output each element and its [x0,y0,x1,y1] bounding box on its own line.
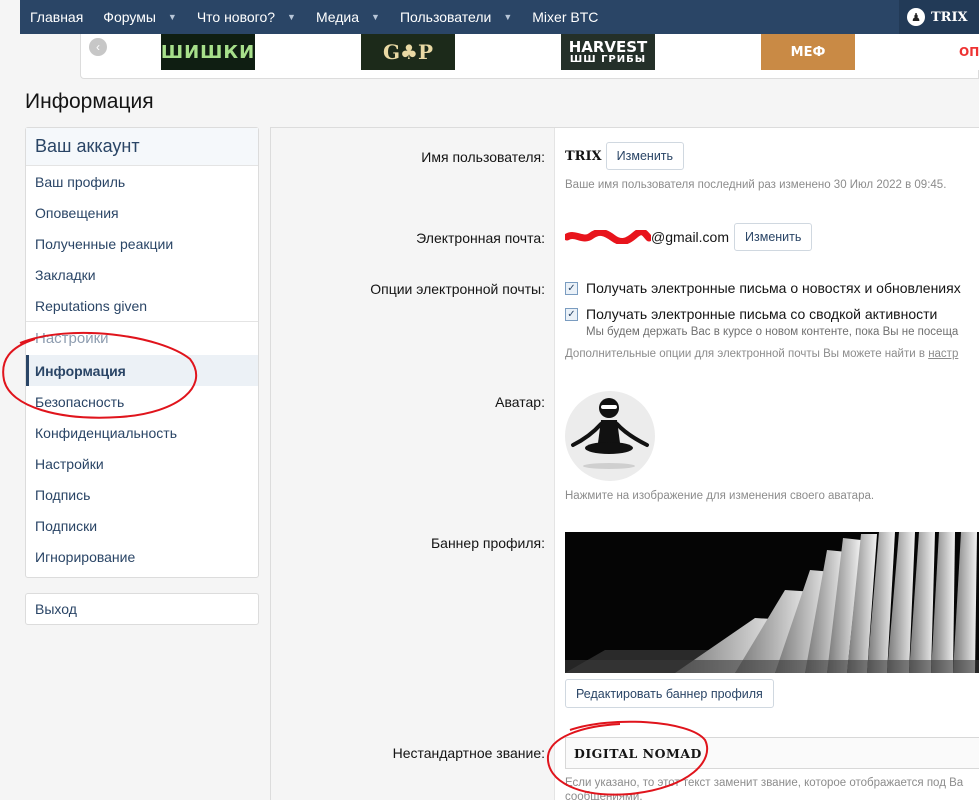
logout-link[interactable]: Выход [25,593,259,625]
ad-text: ОП [959,45,979,59]
username-value: TRIX [565,148,602,164]
email-row: @gmail.com Изменить [565,223,813,251]
email-label: Электронная почта: [416,230,545,246]
nav-members-label: Пользователи [399,9,492,25]
user-avatar-icon: ♟ [907,8,925,26]
sidebar-item-profile[interactable]: Ваш профиль [26,166,258,197]
account-sidebar: Ваш аккаунт Ваш профиль Оповещения Получ… [25,127,259,578]
sidebar-heading-settings: Настройки [26,321,258,355]
account-username: TRIX [931,9,968,25]
nav-forums-label: Форумы [103,9,156,25]
custom-title-hint-continued: сообщениями. [565,791,643,800]
sidebar-item-information[interactable]: Информация [26,355,258,386]
ad-carousel: ‹ ШИШКИ G♣P HARVEST ШШ ГРИБЫ МЕФ ОП [80,34,979,79]
chevron-left-icon[interactable]: ‹ [89,38,107,56]
banner-actions: Редактировать баннер профиля [565,679,774,708]
nav-media-label: Медиа [315,9,360,25]
nav-whats-new-label: Что нового? [196,9,276,25]
nav-whats-new[interactable]: Что нового? ▼ [187,0,306,34]
checkbox-checked-icon[interactable]: ✓ [565,307,578,321]
sidebar-item-following[interactable]: Подписки [26,510,258,541]
digest-option-hint: Мы будем держать Вас в курсе о новом кон… [586,326,959,338]
ad-banner[interactable]: МЕФ [761,34,855,70]
sidebar-item-reactions[interactable]: Полученные реакции [26,228,258,259]
nav-home-label: Главная [30,9,84,25]
ad-text: ШИШКИ [161,41,255,63]
banner-label: Баннер профиля: [430,535,545,551]
nav-home[interactable]: Главная [20,0,93,34]
ad-banner[interactable]: ШИШКИ [161,34,255,70]
sidebar-item-signature[interactable]: Подпись [26,479,258,510]
sidebar-item-preferences[interactable]: Настройки [26,448,258,479]
sidebar-item-reputations[interactable]: Reputations given [26,290,258,321]
nav-mixer[interactable]: Mixer BTC [522,0,608,34]
avatar-label: Аватар: [495,394,545,410]
page-title: Информация [25,90,154,113]
edit-banner-button[interactable]: Редактировать баннер профиля [565,679,774,708]
digest-option[interactable]: ✓ Получать электронные письма со сводкой… [565,306,937,322]
sidebar-item-security[interactable]: Безопасность [26,386,258,417]
email-options-hint-text: Дополнительные опции для электронной поч… [565,348,925,360]
sidebar-item-alerts[interactable]: Оповещения [26,197,258,228]
meditating-ninja-icon [571,398,649,469]
account-menu[interactable]: ♟ TRIX [899,0,979,34]
email-domain: @gmail.com [651,229,730,245]
sidebar-heading-account[interactable]: Ваш аккаунт [26,128,258,166]
email-options-label: Опции электронной почты: [370,281,545,297]
custom-title-input[interactable]: DIGITAL NOMAD [565,737,979,769]
nav-forums[interactable]: Форумы ▼ [93,0,187,34]
avatar-hint: Нажмите на изображение для изменения сво… [565,490,875,502]
avatar[interactable] [565,391,655,481]
chevron-down-icon[interactable]: ▼ [168,12,177,22]
nav-media[interactable]: Медиа ▼ [306,0,390,34]
username-hint: Ваше имя пользователя последний раз изме… [565,179,947,191]
checkbox-checked-icon[interactable]: ✓ [565,281,578,295]
account-details-form: Имя пользователя: TRIX Изменить Ваше имя… [270,127,979,800]
form-label-column [271,128,555,800]
preferences-link[interactable]: настр [928,348,958,360]
ad-text: МЕФ [790,44,826,60]
redaction-scribble [565,230,651,244]
ad-banner[interactable]: ОП [959,34,979,70]
chevron-down-icon[interactable]: ▼ [371,12,380,22]
digest-option-label: Получать электронные письма со сводкой а… [586,306,938,322]
nav-mixer-label: Mixer BTC [532,9,599,25]
custom-title-hint: Если указано, то этот текст заменит зван… [565,777,964,789]
change-email-button[interactable]: Изменить [734,223,813,251]
email-options-hint: Дополнительные опции для электронной поч… [565,348,958,360]
sidebar-item-bookmarks[interactable]: Закладки [26,259,258,290]
profile-banner-image[interactable] [565,532,979,673]
custom-title-label: Нестандартное звание: [392,745,545,761]
domino-image [565,532,979,673]
chevron-down-icon[interactable]: ▼ [287,12,296,22]
change-username-button[interactable]: Изменить [605,142,685,170]
chevron-down-icon[interactable]: ▼ [503,12,512,22]
top-navigation: Главная Форумы ▼ Что нового? ▼ Медиа ▼ Поль… [20,0,979,34]
ad-text: HARVEST [568,37,648,56]
ad-text: G♣P [382,40,434,64]
nav-members[interactable]: Пользователи ▼ [390,0,522,34]
sidebar-item-privacy[interactable]: Конфиденциальность [26,417,258,448]
newsletter-option[interactable]: ✓ Получать электронные письма о новостях… [565,280,961,296]
newsletter-option-label: Получать электронные письма о новостях и… [586,280,961,296]
ad-banner[interactable]: G♣P [361,34,455,70]
ad-banner[interactable]: HARVEST ШШ ГРИБЫ [561,34,655,70]
ad-text: ШШ ГРИБЫ [569,53,647,65]
username-row: TRIX Изменить [565,142,685,170]
sidebar-item-ignoring[interactable]: Игнорирование [26,541,258,572]
username-label: Имя пользователя: [421,149,545,165]
